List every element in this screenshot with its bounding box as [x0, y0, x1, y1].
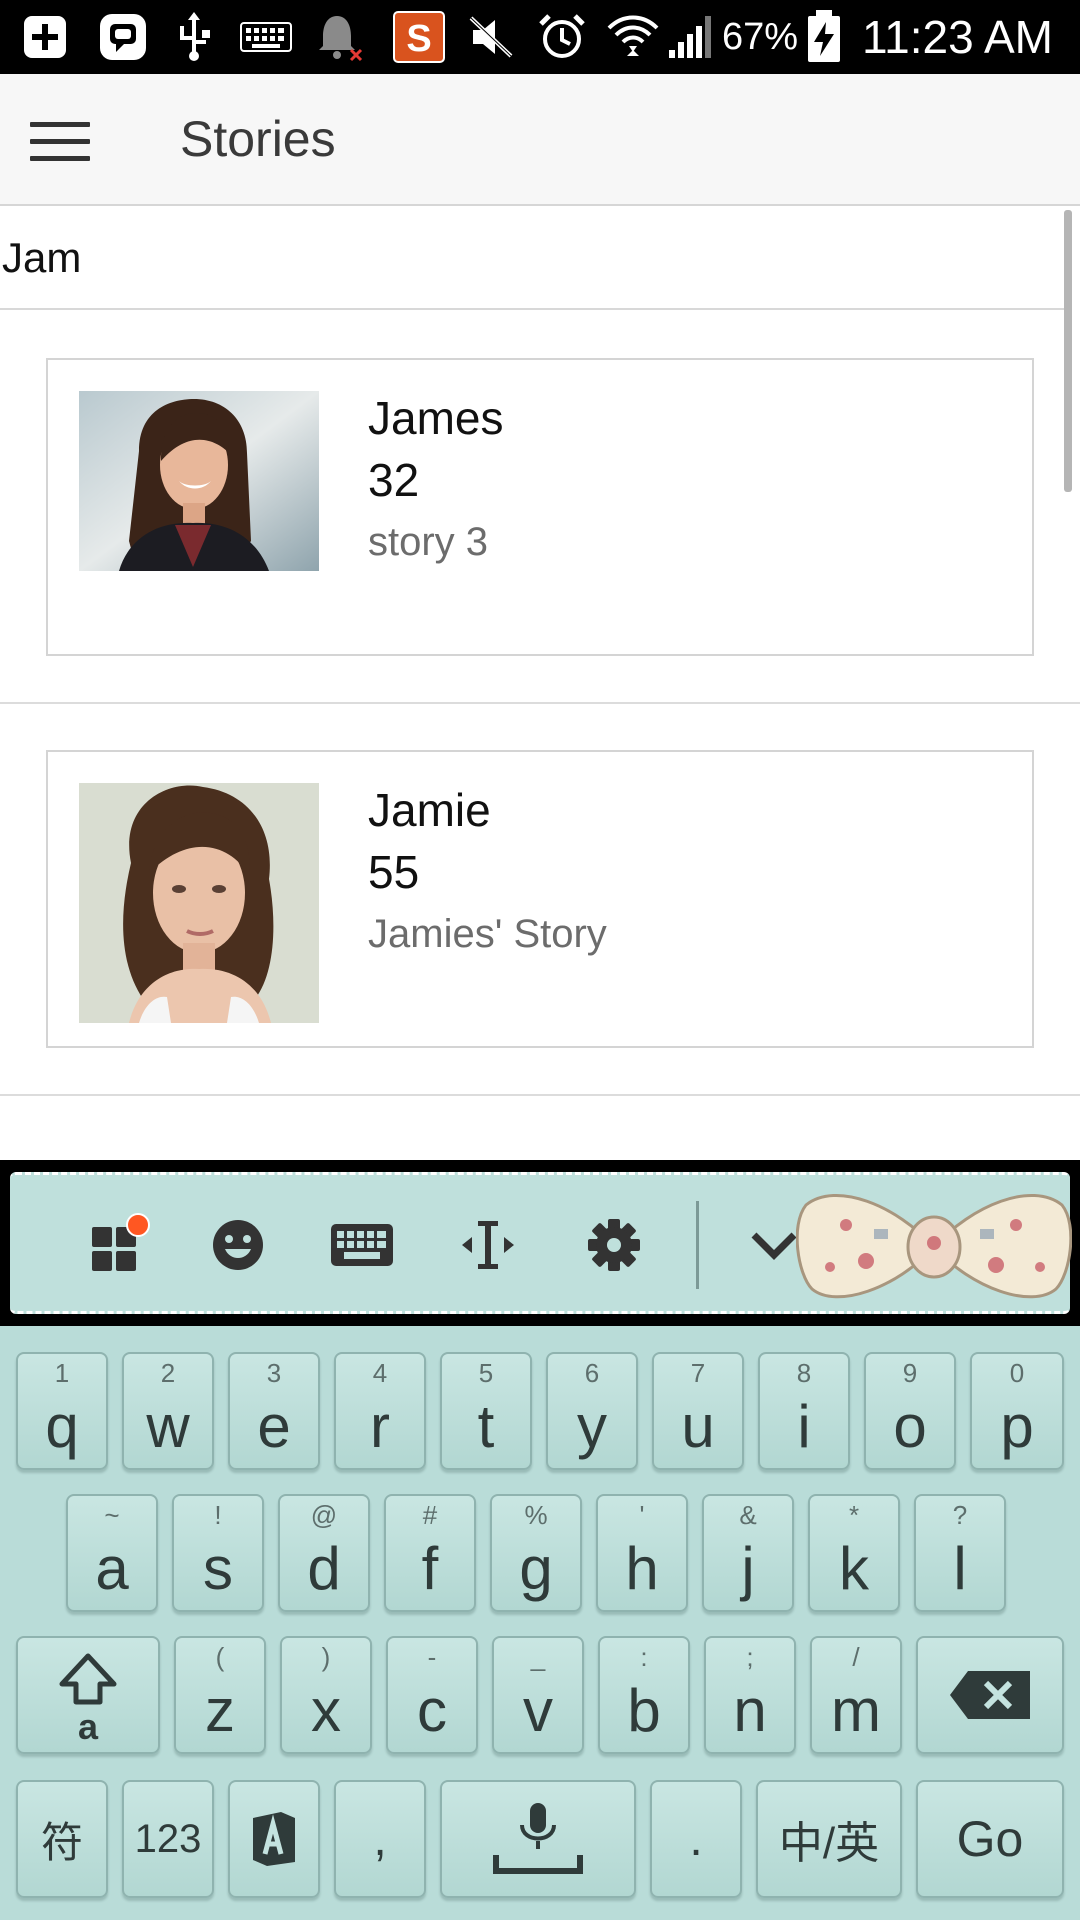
- mute-icon: [466, 12, 516, 62]
- key-o[interactable]: 9o: [864, 1352, 956, 1470]
- key-a[interactable]: ~ a: [66, 1494, 158, 1612]
- key-c[interactable]: -c: [386, 1636, 478, 1754]
- story-card[interactable]: James 32 story 3: [46, 358, 1034, 656]
- status-bar: S 67% 11:23 AM: [0, 0, 1080, 74]
- settings-icon[interactable]: [574, 1205, 654, 1285]
- usb-icon: [172, 12, 216, 62]
- story-name: Jamie: [368, 784, 491, 836]
- key-m[interactable]: / m: [810, 1636, 902, 1754]
- search-field-container: [0, 208, 1064, 310]
- key-t[interactable]: 5t: [440, 1352, 532, 1470]
- key-q[interactable]: 1q: [16, 1352, 108, 1470]
- period-key[interactable]: .: [650, 1780, 742, 1898]
- app-bar: Stories: [0, 74, 1080, 206]
- apps-icon[interactable]: [78, 1205, 158, 1285]
- wifi-icon: [606, 12, 660, 62]
- story-title: story 3: [368, 520, 489, 564]
- s-app-icon: S: [392, 11, 446, 63]
- key-h[interactable]: ' h: [596, 1494, 688, 1612]
- battery-percent: 67%: [722, 16, 799, 58]
- handwriting-icon: [230, 1782, 318, 1896]
- avatar: [79, 391, 319, 571]
- key-v[interactable]: _ v: [492, 1636, 584, 1754]
- alarm-icon: [536, 12, 588, 62]
- symbols-key[interactable]: 符: [16, 1780, 108, 1898]
- key-f[interactable]: # f: [384, 1494, 476, 1612]
- notification-muted-icon: [314, 12, 364, 62]
- bow-decoration: [795, 1185, 1073, 1309]
- add-icon: [20, 12, 70, 62]
- key-u[interactable]: 7u: [652, 1352, 744, 1470]
- story-age: 55: [368, 846, 420, 898]
- story-name: James: [368, 392, 504, 444]
- menu-icon[interactable]: [18, 104, 102, 178]
- backspace-icon: [918, 1638, 1062, 1752]
- story-age: 32: [368, 454, 420, 506]
- keyboard: 1q 2w 3e 4r 5t 6y 7u 8i 9o 0p ~ a ! s @ d #…: [0, 1326, 1080, 1920]
- bbm-icon: [96, 12, 150, 62]
- svg-text:S: S: [406, 18, 431, 60]
- key-r[interactable]: 4r: [334, 1352, 426, 1470]
- key-x[interactable]: ) x: [280, 1636, 372, 1754]
- clock: 11:23 AM: [862, 11, 1053, 63]
- cursor-icon[interactable]: [448, 1205, 528, 1285]
- key-l[interactable]: ? l: [914, 1494, 1006, 1612]
- list-item: James 32 story 3: [0, 312, 1080, 704]
- list-item: Jamie 55 Jamies' Story: [0, 704, 1080, 1096]
- go-key[interactable]: Go: [916, 1780, 1064, 1898]
- key-y[interactable]: 6y: [546, 1352, 638, 1470]
- search-input[interactable]: [0, 208, 1064, 308]
- signal-icon: [666, 12, 714, 62]
- story-card[interactable]: Jamie 55 Jamies' Story: [46, 750, 1034, 1048]
- key-e[interactable]: 3e: [228, 1352, 320, 1470]
- keyboard-icon: [238, 12, 294, 62]
- language-switch-key[interactable]: 中/英: [756, 1780, 902, 1898]
- comma-key[interactable]: ,: [334, 1780, 426, 1898]
- emoji-icon[interactable]: [198, 1205, 278, 1285]
- keyboard-toolbar: [10, 1172, 1073, 1314]
- page-title: Stories: [180, 111, 336, 167]
- backspace-key[interactable]: [916, 1636, 1064, 1754]
- microphone-icon: [442, 1782, 634, 1896]
- handwriting-key[interactable]: [228, 1780, 320, 1898]
- key-n[interactable]: ; n: [704, 1636, 796, 1754]
- numbers-key[interactable]: 123: [122, 1780, 214, 1898]
- shift-key[interactable]: a: [16, 1636, 160, 1754]
- avatar: [79, 783, 319, 1023]
- key-j[interactable]: & j: [702, 1494, 794, 1612]
- key-k[interactable]: * k: [808, 1494, 900, 1612]
- story-title: Jamies' Story: [368, 912, 607, 956]
- keyboard-icon[interactable]: [322, 1205, 402, 1285]
- keyboard-toolbar-area: [0, 1160, 1080, 1326]
- key-w[interactable]: 2w: [122, 1352, 214, 1470]
- key-z[interactable]: (z: [174, 1636, 266, 1754]
- key-d[interactable]: @ d: [278, 1494, 370, 1612]
- key-i[interactable]: 8i: [758, 1352, 850, 1470]
- key-g[interactable]: % g: [490, 1494, 582, 1612]
- toolbar-divider: [696, 1201, 699, 1289]
- key-p[interactable]: 0p: [970, 1352, 1064, 1470]
- key-b[interactable]: :b: [598, 1636, 690, 1754]
- key-s[interactable]: ! s: [172, 1494, 264, 1612]
- battery-charging-icon: [804, 10, 844, 62]
- space-voice-key[interactable]: [440, 1780, 636, 1898]
